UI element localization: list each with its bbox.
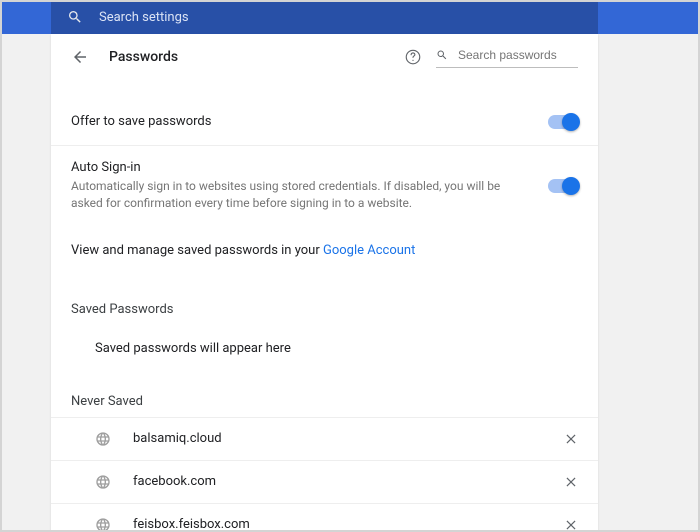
password-search[interactable] — [436, 47, 578, 68]
close-icon — [564, 518, 578, 532]
never-saved-domain: balsamiq.cloud — [133, 431, 564, 446]
page-title: Passwords — [109, 49, 404, 65]
panel-header: Passwords — [51, 34, 598, 80]
offer-save-row: Offer to save passwords — [51, 98, 598, 146]
remove-button[interactable] — [564, 432, 578, 446]
settings-window: Search settings Passwords — [0, 0, 700, 532]
close-icon — [564, 432, 578, 446]
password-search-input[interactable] — [456, 47, 578, 63]
google-account-link[interactable]: Google Account — [323, 243, 415, 258]
offer-save-label: Offer to save passwords — [71, 114, 548, 129]
passwords-panel: Passwords Offer to save passwords — [51, 34, 598, 532]
remove-button[interactable] — [564, 518, 578, 532]
never-saved-label: Never Saved — [51, 366, 598, 417]
globe-icon — [95, 431, 111, 447]
never-saved-item: feisbox.feisbox.com — [51, 503, 598, 532]
auto-signin-row: Auto Sign-in Automatically sign in to we… — [51, 146, 598, 223]
settings-search-placeholder: Search settings — [99, 10, 189, 25]
globe-icon — [95, 474, 111, 490]
never-saved-domain: feisbox.feisbox.com — [133, 517, 564, 532]
auto-signin-label: Auto Sign-in — [71, 160, 548, 175]
help-icon[interactable] — [404, 48, 422, 66]
gutter-right — [598, 34, 698, 532]
settings-search-bar[interactable]: Search settings — [51, 0, 598, 34]
never-saved-domain: facebook.com — [133, 474, 564, 489]
close-icon — [564, 475, 578, 489]
auto-signin-desc: Automatically sign in to websites using … — [71, 178, 501, 213]
saved-passwords-label: Saved Passwords — [51, 258, 598, 325]
remove-button[interactable] — [564, 475, 578, 489]
never-saved-item: facebook.com — [51, 460, 598, 503]
gutter-left — [2, 34, 51, 532]
never-saved-list: balsamiq.cloud facebook.com feisbox.feisbo… — [51, 417, 598, 532]
auto-signin-toggle[interactable] — [548, 179, 578, 193]
manage-passwords-row: View and manage saved passwords in your … — [51, 223, 598, 258]
offer-save-toggle[interactable] — [548, 115, 578, 129]
globe-icon — [95, 517, 111, 532]
back-arrow-icon[interactable] — [71, 48, 89, 66]
saved-passwords-empty: Saved passwords will appear here — [51, 325, 598, 366]
manage-passwords-text: View and manage saved passwords in your — [71, 243, 323, 258]
search-icon — [436, 48, 448, 62]
search-icon — [67, 9, 83, 25]
never-saved-item: balsamiq.cloud — [51, 417, 598, 460]
